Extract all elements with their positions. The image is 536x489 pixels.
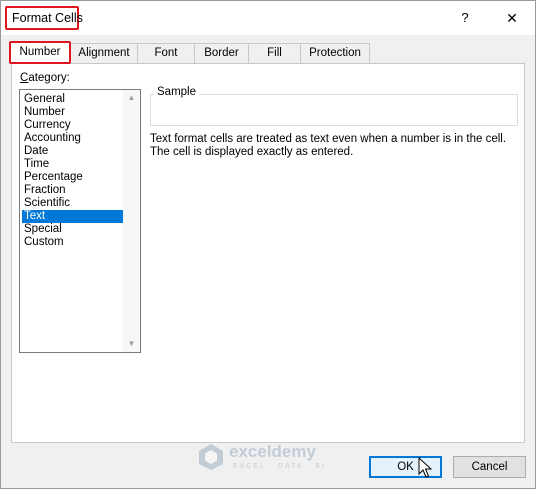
sample-box: Sample xyxy=(150,86,518,126)
cancel-button[interactable]: Cancel xyxy=(453,456,526,478)
category-item-text[interactable]: Text xyxy=(22,210,126,223)
mouse-pointer-icon xyxy=(418,457,432,478)
tab-strip: Number Alignment Font Border Fill Protec… xyxy=(1,41,535,64)
category-item-custom[interactable]: Custom xyxy=(22,236,126,249)
category-label: Category: xyxy=(20,72,70,84)
format-cells-dialog: Format Cells ? ✕ Number Alignment Font B… xyxy=(0,0,536,489)
format-description: Text format cells are treated as text ev… xyxy=(150,133,520,159)
tab-alignment[interactable]: Alignment xyxy=(70,43,138,63)
category-item-special[interactable]: Special xyxy=(22,223,126,236)
help-button[interactable]: ? xyxy=(453,6,477,30)
watermark-name: exceldemy xyxy=(229,442,316,461)
title-bar: Format Cells ? ✕ xyxy=(1,1,535,35)
category-item-percentage[interactable]: Percentage xyxy=(22,171,126,184)
description-line-1: Text format cells are treated as text ev… xyxy=(150,133,507,145)
exceldemy-watermark: exceldemy EXCEL · DATA · BI xyxy=(197,441,347,475)
exceldemy-logo-icon xyxy=(199,444,223,470)
tab-protection[interactable]: Protection xyxy=(300,43,370,63)
category-list[interactable]: General Number Currency Accounting Date … xyxy=(19,89,141,353)
sample-label: Sample xyxy=(154,86,199,98)
tab-border[interactable]: Border xyxy=(194,43,249,63)
tab-fill[interactable]: Fill xyxy=(248,43,301,63)
category-item-scientific[interactable]: Scientific xyxy=(22,197,126,210)
number-tab-panel: Category: General Number Currency Accoun… xyxy=(11,63,525,443)
watermark-tagline: EXCEL · DATA · BI xyxy=(233,463,326,470)
description-line-2: The cell is displayed exactly as entered… xyxy=(150,146,354,158)
category-item-accounting[interactable]: Accounting xyxy=(22,132,126,145)
category-item-general[interactable]: General xyxy=(22,93,126,106)
close-button[interactable]: ✕ xyxy=(498,6,526,30)
tab-number[interactable]: Number xyxy=(9,41,71,64)
category-item-number[interactable]: Number xyxy=(22,106,126,119)
scroll-down-icon[interactable]: ▼ xyxy=(123,336,140,352)
dialog-title: Format Cells xyxy=(5,6,83,30)
scroll-up-icon[interactable]: ▲ xyxy=(123,90,140,106)
category-item-currency[interactable]: Currency xyxy=(22,119,126,132)
category-item-fraction[interactable]: Fraction xyxy=(22,184,126,197)
category-item-time[interactable]: Time xyxy=(22,158,126,171)
tab-font[interactable]: Font xyxy=(137,43,195,63)
category-item-date[interactable]: Date xyxy=(22,145,126,158)
category-scrollbar[interactable]: ▲ ▼ xyxy=(123,90,140,352)
